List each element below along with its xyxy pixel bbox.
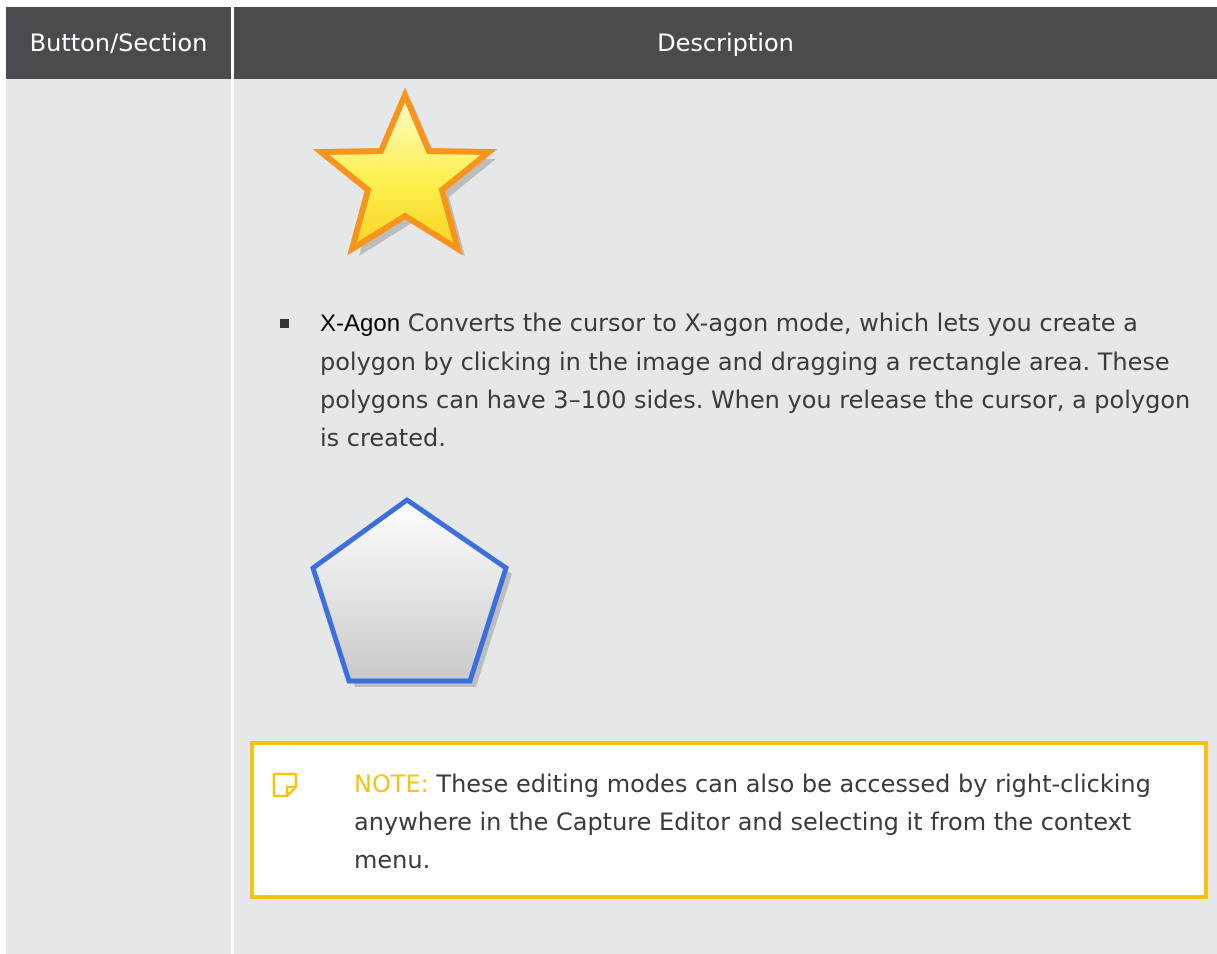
note-callout: NOTE: These editing modes can also be ac… bbox=[250, 741, 1208, 899]
header-description: Description bbox=[234, 7, 1217, 79]
xagon-description: Converts the cursor to X-agon mode, whic… bbox=[320, 309, 1191, 452]
header-button-section-label: Button/Section bbox=[29, 29, 208, 57]
bullet-square-icon bbox=[280, 319, 289, 328]
pentagon-shape-illustration bbox=[310, 496, 512, 687]
header-description-label: Description bbox=[657, 29, 794, 57]
note-text: These editing modes can also be accessed… bbox=[354, 770, 1151, 874]
xagon-term: X-Agon bbox=[320, 310, 401, 337]
button-section-cell bbox=[6, 79, 231, 954]
star-shape-illustration bbox=[312, 88, 498, 256]
header-button-section: Button/Section bbox=[6, 7, 231, 79]
note-label: NOTE: bbox=[354, 770, 429, 798]
note-icon bbox=[272, 772, 298, 798]
xagon-list-item: X-Agon Converts the cursor to X-agon mod… bbox=[274, 304, 1214, 457]
note-body: NOTE: These editing modes can also be ac… bbox=[354, 765, 1184, 879]
